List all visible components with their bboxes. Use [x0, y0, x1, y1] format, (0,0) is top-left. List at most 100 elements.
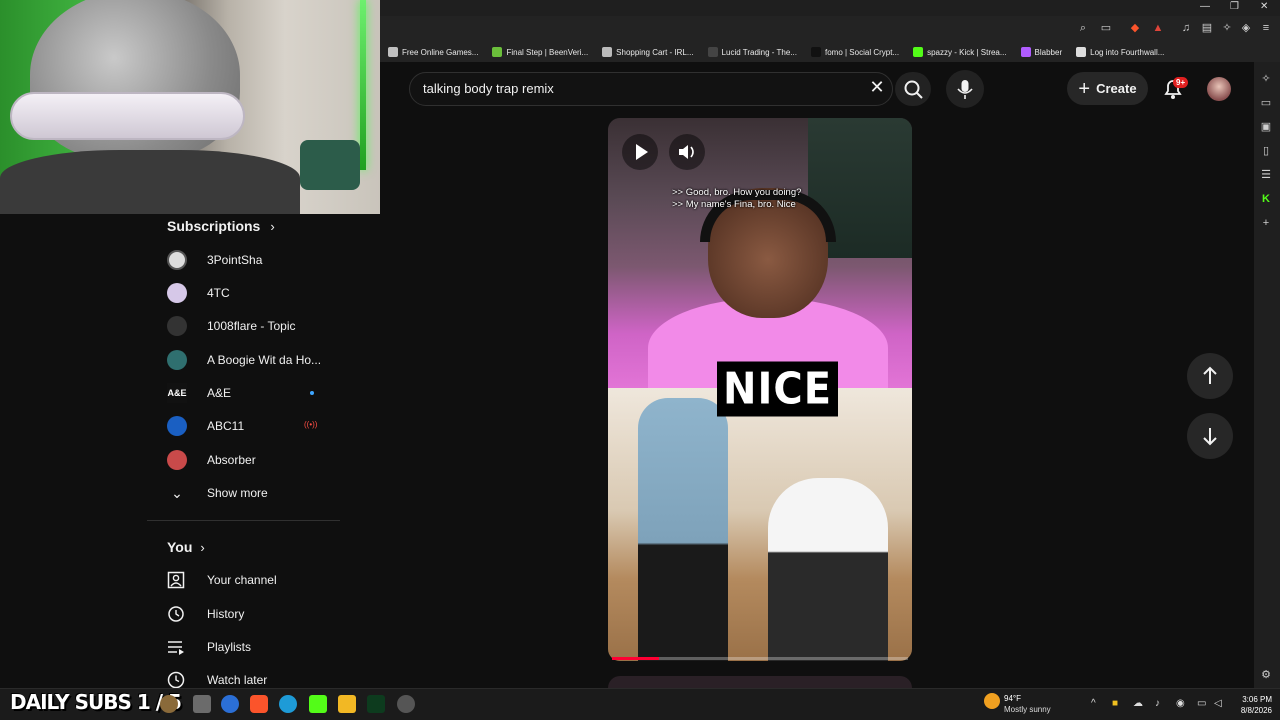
clock-date: 8/8/2026 [1240, 706, 1272, 715]
search-button[interactable] [895, 72, 931, 106]
bookmark-item[interactable]: Final Step | BeenVeri... [492, 47, 588, 57]
bookmark-favicon-icon [602, 47, 613, 57]
channel-avatar [167, 350, 187, 370]
cat-emoji-icon [160, 695, 178, 713]
windows-taskbar [0, 688, 1280, 720]
brave-browser-icon[interactable] [250, 695, 268, 713]
weather-description[interactable]: Mostly sunny [1004, 705, 1051, 714]
reading-list-icon[interactable]: ☰ [1259, 168, 1273, 182]
weather-sun-icon[interactable] [984, 693, 1000, 709]
close-window-icon[interactable]: ✕ [1260, 1, 1268, 12]
subscription-item[interactable]: A Boogie Wit da Ho... [167, 350, 321, 370]
trading-app-icon[interactable] [367, 695, 385, 713]
weather-temperature[interactable]: 94°F [1004, 694, 1021, 703]
subscription-item[interactable]: A&E A&E [167, 383, 231, 403]
bookmark-item[interactable]: fomo | Social Crypt... [811, 47, 899, 57]
new-content-dot [310, 391, 314, 395]
kick-app-icon[interactable] [309, 695, 327, 713]
media-icon[interactable]: ♫ [1178, 20, 1194, 36]
bookmarks-sidebar-icon[interactable]: ▯ [1259, 144, 1273, 158]
notifications-badge: 9+ [1173, 77, 1189, 88]
task-view-icon[interactable] [193, 695, 211, 713]
sidebar-toggle-icon[interactable]: ▤ [1199, 20, 1215, 36]
you-header[interactable]: You › [167, 539, 205, 555]
menu-icon[interactable]: ≡ [1258, 20, 1274, 36]
taskbar-clock[interactable]: 3:06 PM 8/8/2026 [1232, 694, 1272, 716]
history-icon [168, 606, 184, 622]
kick-icon[interactable]: K [1259, 192, 1273, 206]
vpn-icon[interactable]: ◈ [1238, 20, 1254, 36]
bookmark-item[interactable]: Blabber [1020, 47, 1063, 57]
search-input[interactable]: talking body trap remix [423, 81, 554, 96]
subscription-item[interactable]: 3PointSha [167, 250, 262, 270]
daily-subs-overlay: DAILY SUBS 1 / 5 [10, 690, 182, 714]
channel-avatar [167, 316, 187, 336]
create-button[interactable]: + Create [1067, 72, 1148, 105]
history-item[interactable]: History [167, 604, 244, 624]
channel-name: 4TC [207, 286, 230, 300]
channel-avatar [167, 250, 187, 270]
sidebar-settings-icon[interactable]: ⚙ [1259, 668, 1273, 682]
play-icon [636, 144, 648, 160]
play-button[interactable] [622, 134, 658, 170]
bookmark-favicon-icon [707, 47, 718, 57]
brave-shields-icon[interactable]: ◆ [1127, 20, 1143, 36]
edge-browser-icon[interactable] [279, 695, 297, 713]
clear-search-icon[interactable]: ✕ [868, 77, 886, 98]
microphone-tray-icon[interactable]: ♪ [1155, 698, 1160, 709]
search-icon [904, 80, 923, 99]
watch-later-label: Watch later [207, 673, 268, 687]
bookmark-label: Blabber [1034, 47, 1063, 57]
previous-short-button[interactable] [1187, 353, 1233, 399]
subscriptions-header[interactable]: Subscriptions › [167, 218, 275, 234]
your-channel-item[interactable]: Your channel [167, 570, 277, 590]
create-label: Create [1096, 81, 1137, 96]
brave-rewards-icon[interactable]: ▲ [1150, 20, 1166, 36]
bookmark-label: Free Online Games... [402, 47, 479, 57]
tray-app-icon[interactable]: ■ [1112, 698, 1118, 709]
subscription-item[interactable]: 4TC [167, 283, 230, 303]
add-panel-icon[interactable]: + [1259, 216, 1273, 230]
network-icon[interactable]: ◉ [1176, 698, 1185, 709]
bookmark-item[interactable]: Log into Fourthwall... [1076, 47, 1164, 57]
chevron-right-icon: › [270, 218, 275, 234]
display-icon[interactable]: ▭ [1197, 698, 1206, 709]
bookmark-favicon-icon [913, 47, 924, 57]
subscription-item[interactable]: 1008flare - Topic [167, 316, 296, 336]
caption-line: >> My name's Fina, bro. Nice [672, 199, 796, 210]
show-hidden-icons-icon[interactable]: ^ [1091, 698, 1096, 709]
next-short-button[interactable] [1187, 413, 1233, 459]
channel-avatar [167, 416, 187, 436]
channel-name: 1008flare - Topic [207, 319, 296, 333]
leo-icon[interactable]: ✧ [1219, 20, 1235, 36]
wallet-icon[interactable]: ▣ [1259, 120, 1273, 134]
person-box-icon [167, 571, 185, 589]
voice-search-button[interactable] [946, 70, 984, 108]
bookmark-label: fomo | Social Crypt... [825, 47, 900, 57]
subscription-item[interactable]: ABC11 [167, 416, 244, 436]
app-icon[interactable] [221, 695, 239, 713]
file-explorer-icon[interactable] [338, 695, 356, 713]
bookmark-item[interactable]: Shopping Cart - IRL... [602, 47, 694, 57]
cast-icon[interactable]: ▭ [1098, 20, 1114, 36]
bookmark-item[interactable]: Free Online Games... [388, 47, 478, 57]
microphone-icon [957, 80, 973, 99]
account-avatar[interactable] [1207, 77, 1231, 101]
video-progress-bar[interactable] [612, 657, 908, 660]
playlists-item[interactable]: Playlists [167, 637, 251, 657]
bookmark-item[interactable]: Lucid Trading - The... [707, 47, 797, 57]
watch-later-item[interactable]: Watch later [167, 670, 267, 690]
player-icon[interactable]: ▭ [1259, 96, 1273, 110]
cloud-icon[interactable]: ☁ [1133, 698, 1143, 709]
show-more-button[interactable]: ⌄ Show more [167, 483, 268, 503]
restore-icon[interactable]: ❐ [1230, 1, 1239, 12]
subscription-item[interactable]: Absorber [167, 450, 256, 470]
obs-icon[interactable] [397, 695, 415, 713]
playlists-icon [168, 641, 184, 655]
leo-sidebar-icon[interactable]: ✧ [1259, 72, 1273, 86]
speaker-icon[interactable]: ◁ [1214, 698, 1222, 709]
volume-button[interactable] [669, 134, 705, 170]
zoom-icon[interactable]: ⌕ [1075, 20, 1091, 36]
minimize-icon[interactable]: — [1200, 1, 1210, 12]
bookmark-item[interactable]: spazzy - Kick | Strea... [913, 47, 1007, 57]
